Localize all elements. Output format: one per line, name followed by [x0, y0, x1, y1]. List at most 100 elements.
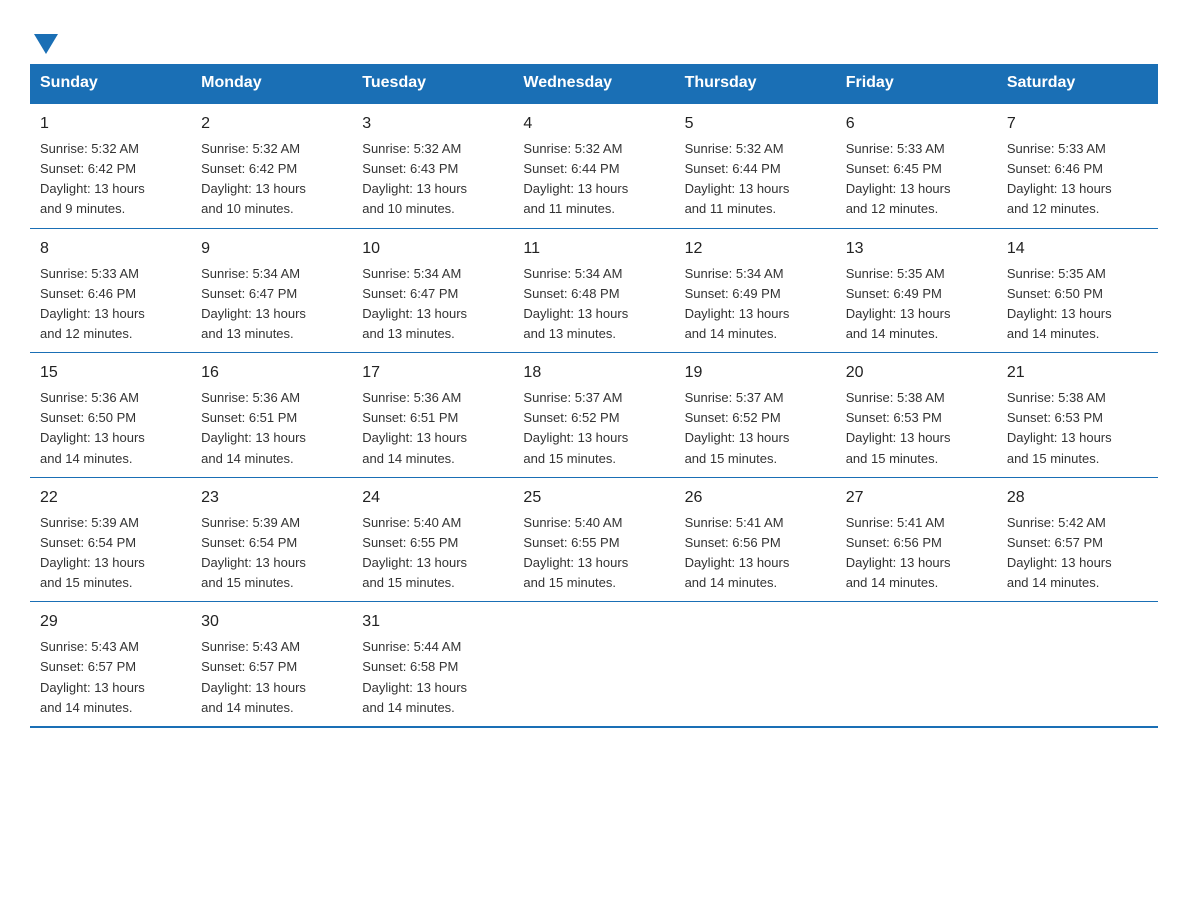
day-number: 9 — [201, 237, 342, 261]
calendar-cell: 15Sunrise: 5:36 AMSunset: 6:50 PMDayligh… — [30, 353, 191, 478]
day-number: 14 — [1007, 237, 1148, 261]
logo-triangle-icon — [34, 34, 58, 54]
day-number: 30 — [201, 610, 342, 634]
calendar-cell: 18Sunrise: 5:37 AMSunset: 6:52 PMDayligh… — [513, 353, 674, 478]
day-number: 17 — [362, 361, 503, 385]
day-info: Sunrise: 5:39 AMSunset: 6:54 PMDaylight:… — [40, 513, 181, 594]
day-info: Sunrise: 5:34 AMSunset: 6:49 PMDaylight:… — [685, 264, 826, 345]
day-number: 5 — [685, 112, 826, 136]
day-info: Sunrise: 5:35 AMSunset: 6:49 PMDaylight:… — [846, 264, 987, 345]
calendar-cell: 12 Sunrise: 5:34 AMSunset: 6:49 PMDayligh… — [675, 228, 836, 353]
week-row-5: 29Sunrise: 5:43 AMSunset: 6:57 PMDayligh… — [30, 602, 1158, 727]
calendar-cell: 6 Sunrise: 5:33 AMSunset: 6:45 PMDaylight… — [836, 103, 997, 228]
day-info: Sunrise: 5:32 AMSunset: 6:44 PMDaylight:… — [523, 139, 664, 220]
calendar-cell: 16Sunrise: 5:36 AMSunset: 6:51 PMDayligh… — [191, 353, 352, 478]
day-info: Sunrise: 5:32 AMSunset: 6:42 PMDaylight:… — [40, 139, 181, 220]
calendar-cell: 30 Sunrise: 5:43 AMSunset: 6:57 PMDayligh… — [191, 602, 352, 727]
day-number: 23 — [201, 486, 342, 510]
day-number: 6 — [846, 112, 987, 136]
calendar-cell: 31 Sunrise: 5:44 AMSunset: 6:58 PMDayligh… — [352, 602, 513, 727]
calendar-cell: 2 Sunrise: 5:32 AMSunset: 6:42 PMDaylight… — [191, 103, 352, 228]
calendar-cell: 19Sunrise: 5:37 AMSunset: 6:52 PMDayligh… — [675, 353, 836, 478]
calendar-cell: 25Sunrise: 5:40 AMSunset: 6:55 PMDayligh… — [513, 477, 674, 602]
day-info: Sunrise: 5:32 AMSunset: 6:42 PMDaylight:… — [201, 139, 342, 220]
week-row-3: 15Sunrise: 5:36 AMSunset: 6:50 PMDayligh… — [30, 353, 1158, 478]
column-header-saturday: Saturday — [997, 64, 1158, 103]
day-number: 1 — [40, 112, 181, 136]
day-info: Sunrise: 5:44 AMSunset: 6:58 PMDaylight:… — [362, 637, 503, 718]
column-header-thursday: Thursday — [675, 64, 836, 103]
day-number: 10 — [362, 237, 503, 261]
calendar-cell: 21 Sunrise: 5:38 AMSunset: 6:53 PMDayligh… — [997, 353, 1158, 478]
day-info: Sunrise: 5:36 AMSunset: 6:51 PMDaylight:… — [362, 388, 503, 469]
page-header — [30, 20, 1158, 54]
calendar-cell — [675, 602, 836, 727]
day-info: Sunrise: 5:32 AMSunset: 6:44 PMDaylight:… — [685, 139, 826, 220]
day-info: Sunrise: 5:34 AMSunset: 6:48 PMDaylight:… — [523, 264, 664, 345]
calendar-cell: 29Sunrise: 5:43 AMSunset: 6:57 PMDayligh… — [30, 602, 191, 727]
logo — [30, 20, 58, 54]
day-number: 7 — [1007, 112, 1148, 136]
calendar-cell: 26 Sunrise: 5:41 AMSunset: 6:56 PMDayligh… — [675, 477, 836, 602]
day-number: 3 — [362, 112, 503, 136]
day-number: 26 — [685, 486, 826, 510]
calendar-cell: 27 Sunrise: 5:41 AMSunset: 6:56 PMDayligh… — [836, 477, 997, 602]
day-number: 2 — [201, 112, 342, 136]
day-number: 8 — [40, 237, 181, 261]
calendar-cell: 13 Sunrise: 5:35 AMSunset: 6:49 PMDayligh… — [836, 228, 997, 353]
day-info: Sunrise: 5:36 AMSunset: 6:51 PMDaylight:… — [201, 388, 342, 469]
day-info: Sunrise: 5:36 AMSunset: 6:50 PMDaylight:… — [40, 388, 181, 469]
header-row: SundayMondayTuesdayWednesdayThursdayFrid… — [30, 64, 1158, 103]
column-header-monday: Monday — [191, 64, 352, 103]
calendar-cell: 22 Sunrise: 5:39 AMSunset: 6:54 PMDayligh… — [30, 477, 191, 602]
day-number: 19 — [685, 361, 826, 385]
day-number: 4 — [523, 112, 664, 136]
calendar-cell — [513, 602, 674, 727]
week-row-1: 1 Sunrise: 5:32 AMSunset: 6:42 PMDaylight… — [30, 103, 1158, 228]
calendar-cell: 14 Sunrise: 5:35 AMSunset: 6:50 PMDayligh… — [997, 228, 1158, 353]
calendar-cell: 4 Sunrise: 5:32 AMSunset: 6:44 PMDaylight… — [513, 103, 674, 228]
day-number: 12 — [685, 237, 826, 261]
day-number: 25 — [523, 486, 664, 510]
calendar-table: SundayMondayTuesdayWednesdayThursdayFrid… — [30, 64, 1158, 728]
calendar-cell: 5 Sunrise: 5:32 AMSunset: 6:44 PMDaylight… — [675, 103, 836, 228]
day-info: Sunrise: 5:34 AMSunset: 6:47 PMDaylight:… — [362, 264, 503, 345]
calendar-cell: 28 Sunrise: 5:42 AMSunset: 6:57 PMDayligh… — [997, 477, 1158, 602]
calendar-cell: 11Sunrise: 5:34 AMSunset: 6:48 PMDayligh… — [513, 228, 674, 353]
calendar-cell: 24 Sunrise: 5:40 AMSunset: 6:55 PMDayligh… — [352, 477, 513, 602]
calendar-cell — [997, 602, 1158, 727]
day-info: Sunrise: 5:41 AMSunset: 6:56 PMDaylight:… — [685, 513, 826, 594]
week-row-4: 22 Sunrise: 5:39 AMSunset: 6:54 PMDayligh… — [30, 477, 1158, 602]
day-info: Sunrise: 5:35 AMSunset: 6:50 PMDaylight:… — [1007, 264, 1148, 345]
day-number: 22 — [40, 486, 181, 510]
day-number: 31 — [362, 610, 503, 634]
calendar-cell: 1 Sunrise: 5:32 AMSunset: 6:42 PMDaylight… — [30, 103, 191, 228]
day-number: 21 — [1007, 361, 1148, 385]
day-info: Sunrise: 5:43 AMSunset: 6:57 PMDaylight:… — [40, 637, 181, 718]
day-info: Sunrise: 5:40 AMSunset: 6:55 PMDaylight:… — [362, 513, 503, 594]
calendar-cell: 7 Sunrise: 5:33 AMSunset: 6:46 PMDaylight… — [997, 103, 1158, 228]
day-info: Sunrise: 5:42 AMSunset: 6:57 PMDaylight:… — [1007, 513, 1148, 594]
day-number: 13 — [846, 237, 987, 261]
calendar-cell: 9 Sunrise: 5:34 AMSunset: 6:47 PMDaylight… — [191, 228, 352, 353]
day-info: Sunrise: 5:33 AMSunset: 6:45 PMDaylight:… — [846, 139, 987, 220]
day-info: Sunrise: 5:39 AMSunset: 6:54 PMDaylight:… — [201, 513, 342, 594]
column-header-sunday: Sunday — [30, 64, 191, 103]
day-info: Sunrise: 5:33 AMSunset: 6:46 PMDaylight:… — [40, 264, 181, 345]
day-number: 24 — [362, 486, 503, 510]
day-number: 28 — [1007, 486, 1148, 510]
day-number: 27 — [846, 486, 987, 510]
day-info: Sunrise: 5:33 AMSunset: 6:46 PMDaylight:… — [1007, 139, 1148, 220]
day-info: Sunrise: 5:41 AMSunset: 6:56 PMDaylight:… — [846, 513, 987, 594]
column-header-wednesday: Wednesday — [513, 64, 674, 103]
calendar-cell: 3 Sunrise: 5:32 AMSunset: 6:43 PMDaylight… — [352, 103, 513, 228]
column-header-tuesday: Tuesday — [352, 64, 513, 103]
day-info: Sunrise: 5:34 AMSunset: 6:47 PMDaylight:… — [201, 264, 342, 345]
day-info: Sunrise: 5:43 AMSunset: 6:57 PMDaylight:… — [201, 637, 342, 718]
calendar-cell — [836, 602, 997, 727]
column-header-friday: Friday — [836, 64, 997, 103]
calendar-header: SundayMondayTuesdayWednesdayThursdayFrid… — [30, 64, 1158, 103]
day-info: Sunrise: 5:32 AMSunset: 6:43 PMDaylight:… — [362, 139, 503, 220]
day-info: Sunrise: 5:38 AMSunset: 6:53 PMDaylight:… — [1007, 388, 1148, 469]
calendar-cell: 8 Sunrise: 5:33 AMSunset: 6:46 PMDaylight… — [30, 228, 191, 353]
